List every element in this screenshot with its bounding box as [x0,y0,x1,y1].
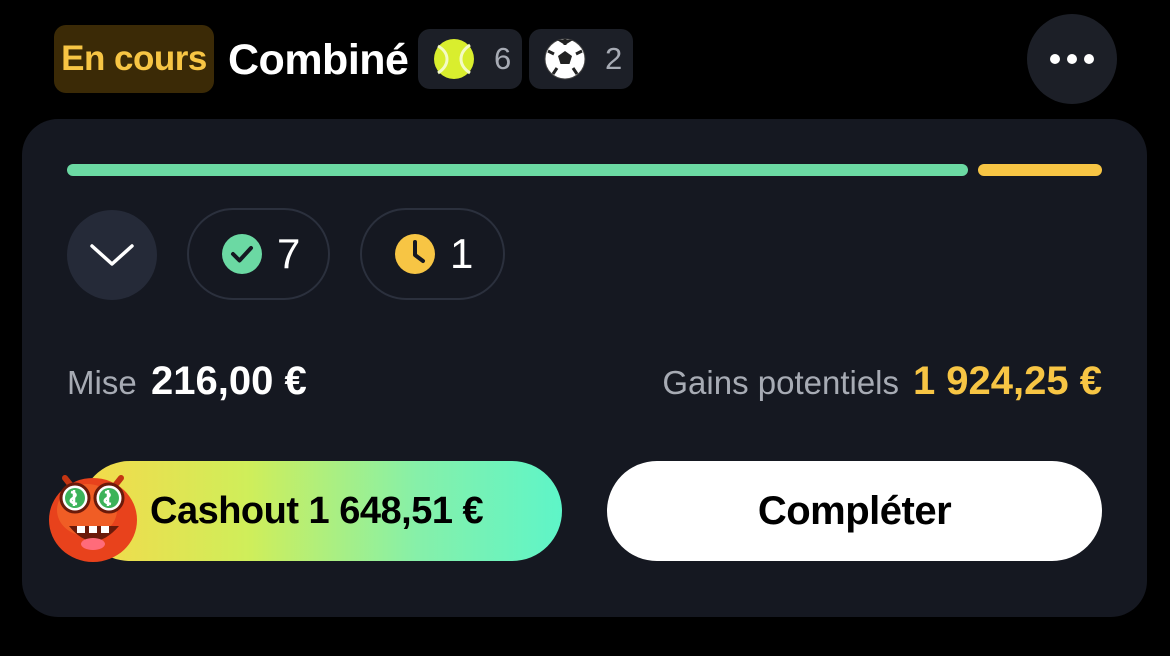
tennis-count: 6 [494,41,512,76]
tennis-count-chip: 6 [418,29,522,89]
pending-count: 1 [450,230,474,277]
bet-type-title: Combiné [228,36,409,84]
potential-gains-value: 1 924,25 € [912,359,1102,403]
cashout-button[interactable]: Cashout 1 648,51 € [80,461,562,561]
more-options-button[interactable] [1027,14,1117,104]
tennis-ball-icon [434,39,474,79]
money-mascot-icon [49,475,137,562]
cashout-label: Cashout 1 648,51 € [150,489,484,532]
complete-bet-button[interactable]: Compléter [607,461,1102,561]
soccer-ball-icon [544,38,586,80]
progress-won-segment [67,164,968,176]
soccer-count: 2 [605,41,623,76]
bet-progress-bar [67,164,1102,176]
check-circle-icon [222,234,262,274]
clock-icon [395,234,435,274]
chevron-down-icon [90,244,134,266]
status-badge: En cours [54,25,214,93]
pending-selections-pill[interactable]: 1 [360,208,505,300]
won-selections-pill[interactable]: 7 [187,208,330,300]
won-count: 7 [277,230,301,277]
progress-pending-segment [978,164,1102,176]
more-dot [1084,54,1094,64]
bet-header: En cours Combiné 6 2 [0,0,1170,118]
expand-selections-button[interactable] [67,210,157,300]
more-dot [1067,54,1077,64]
stake-label: Mise [67,364,137,401]
potential-gains-label: Gains potentiels [662,364,899,401]
bet-card: 7 1 Mise 216,00 € Gains potentiels 1 924… [22,119,1147,617]
complete-label: Compléter [757,488,952,533]
soccer-count-chip: 2 [529,29,633,89]
stake-value: 216,00 € [151,359,307,403]
more-dots-icon [1050,54,1060,64]
